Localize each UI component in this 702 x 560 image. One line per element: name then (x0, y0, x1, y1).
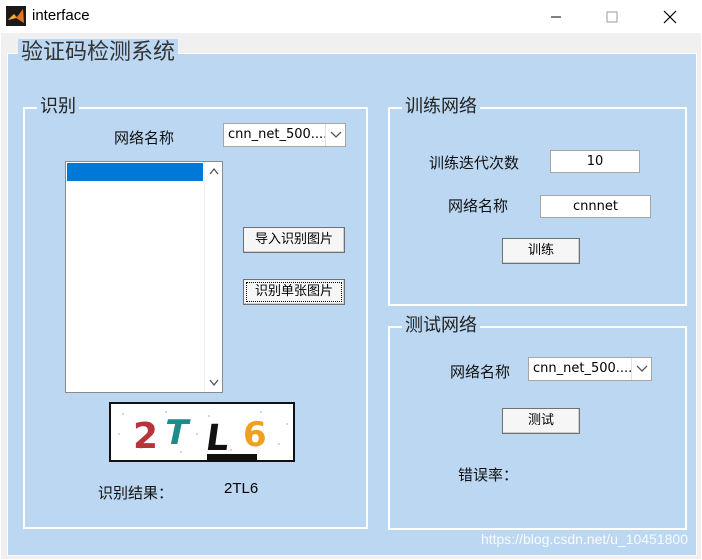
listbox-scrollbar[interactable] (204, 162, 222, 392)
test-network-value: cnn_net_500.... (533, 361, 633, 376)
train-network-input[interactable]: cnnnet (540, 195, 651, 218)
result-label: 识别结果： (98, 484, 174, 502)
import-image-button[interactable]: 导入识别图片 (243, 227, 345, 253)
error-rate-label: 错误率： (458, 466, 519, 484)
recognize-network-select[interactable]: cnn_net_500.... (223, 123, 346, 147)
captcha-drawing: 2 T L 6 (118, 411, 288, 460)
main-panel: 验证码检测系统 识别 网络名称 cnn_net_500.... 导入识别图片 识… (7, 39, 697, 556)
test-button[interactable]: 测试 (502, 408, 580, 434)
result-value: 2TL6 (224, 480, 259, 497)
list-item-selected[interactable] (67, 163, 203, 181)
minimize-button[interactable] (533, 0, 579, 33)
test-group-title: 测试网络 (402, 314, 480, 338)
train-group-title: 训练网络 (402, 95, 480, 119)
scroll-down-icon[interactable] (209, 379, 219, 386)
iterations-label: 训练迭代次数 (429, 154, 520, 172)
maximize-icon (606, 11, 618, 22)
recognize-single-button[interactable]: 识别单张图片 (243, 279, 345, 305)
iterations-input[interactable]: 10 (550, 150, 640, 173)
test-network-select[interactable]: cnn_net_500.... (528, 357, 652, 381)
captcha-char: 2 (133, 416, 158, 457)
train-group: 训练网络 训练迭代次数 10 网络名称 cnnnet 训练 (388, 95, 687, 306)
captcha-char: L (203, 416, 232, 459)
close-icon (663, 10, 677, 23)
close-button[interactable] (647, 0, 693, 33)
matlab-icon (6, 6, 26, 26)
main-title: 验证码检测系统 (18, 39, 179, 67)
chevron-down-icon[interactable] (325, 124, 345, 146)
figure-area: 验证码检测系统 识别 网络名称 cnn_net_500.... 导入识别图片 识… (1, 33, 701, 559)
recognize-network-value: cnn_net_500.... (228, 127, 328, 142)
minimize-icon (551, 16, 561, 17)
scroll-up-icon[interactable] (209, 168, 219, 175)
title-bar: interface (0, 0, 702, 33)
recognize-group: 识别 网络名称 cnn_net_500.... 导入识别图片 识别单张图片 2 … (23, 95, 368, 529)
test-network-label: 网络名称 (450, 363, 511, 381)
window-title: interface (32, 7, 90, 24)
captcha-char: 6 (243, 415, 267, 455)
train-button[interactable]: 训练 (502, 238, 580, 264)
recognize-network-label: 网络名称 (114, 129, 175, 147)
train-network-label: 网络名称 (448, 197, 509, 215)
watermark: https://blog.csdn.net/u_10451800 (480, 531, 688, 547)
recognize-group-title: 识别 (37, 95, 79, 119)
chevron-down-icon[interactable] (631, 358, 651, 380)
image-listbox[interactable] (65, 161, 223, 393)
captcha-image: 2 T L 6 (109, 402, 295, 462)
test-group: 测试网络 网络名称 cnn_net_500.... 测试 错误率： (388, 314, 687, 530)
maximize-button[interactable] (589, 0, 635, 33)
captcha-char: T (161, 413, 193, 453)
